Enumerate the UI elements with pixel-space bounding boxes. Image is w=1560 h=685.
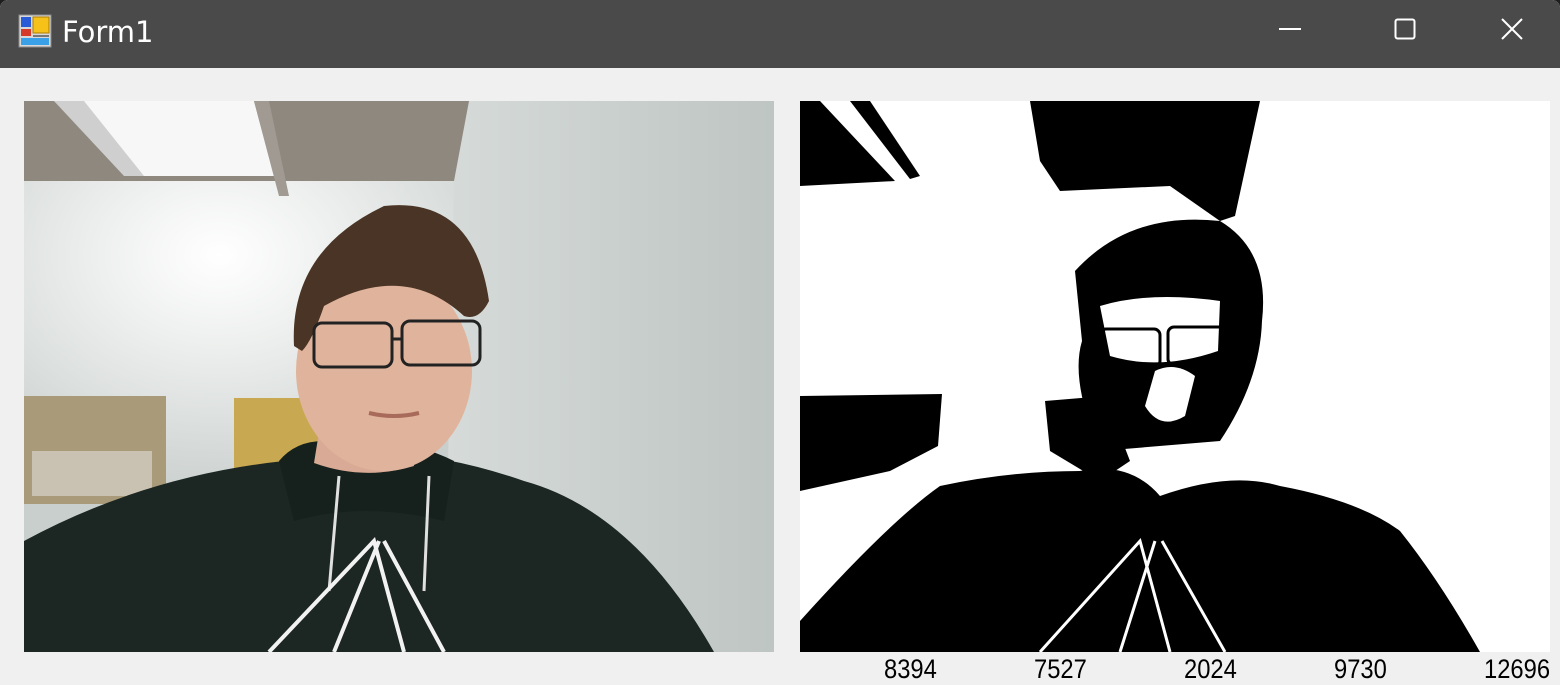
minimize-icon [1279, 28, 1301, 30]
count-label-1: 8394 [884, 654, 937, 684]
count-label-4: 9730 [1334, 654, 1387, 684]
close-icon [1500, 18, 1523, 40]
camera-picturebox [24, 101, 774, 652]
close-button[interactable] [1463, 0, 1560, 58]
window-title: Form1 [62, 15, 154, 49]
count-label-2: 7527 [1034, 654, 1087, 684]
form1-window: Form1 8394 7527 2024 9730 12696 [0, 0, 1560, 685]
threshold-picturebox [800, 101, 1550, 652]
maximize-button[interactable] [1347, 0, 1463, 58]
camera-feed-image [24, 101, 774, 652]
count-label-5: 12696 [1484, 654, 1551, 684]
maximize-icon [1394, 18, 1416, 40]
minimize-button[interactable] [1232, 0, 1348, 58]
winforms-app-icon [18, 14, 52, 48]
pixel-counts-row: 8394 7527 2024 9730 12696 [0, 654, 1560, 685]
count-label-3: 2024 [1184, 654, 1237, 684]
binary-threshold-image [800, 101, 1550, 652]
title-bar[interactable]: Form1 [0, 0, 1560, 68]
